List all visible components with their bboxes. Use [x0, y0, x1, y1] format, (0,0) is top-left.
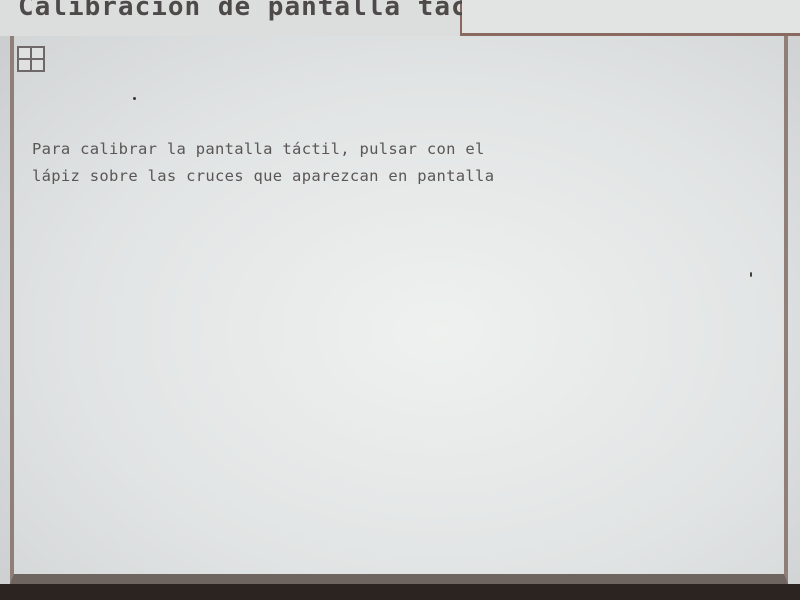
calibration-panel — [10, 36, 788, 584]
screen-speck — [750, 272, 752, 277]
grid-icon[interactable] — [17, 46, 45, 72]
tab-strip — [462, 0, 800, 36]
calibration-instructions: Para calibrar la pantalla táctil, pulsar… — [32, 140, 495, 185]
screen: Calibración de pantalla táctil Para cali… — [0, 0, 800, 600]
screen-bezel — [0, 584, 800, 600]
window-title: Calibración de pantalla táctil — [18, 0, 518, 22]
screen-speck — [133, 97, 136, 100]
title-tab: Calibración de pantalla táctil — [0, 0, 517, 36]
